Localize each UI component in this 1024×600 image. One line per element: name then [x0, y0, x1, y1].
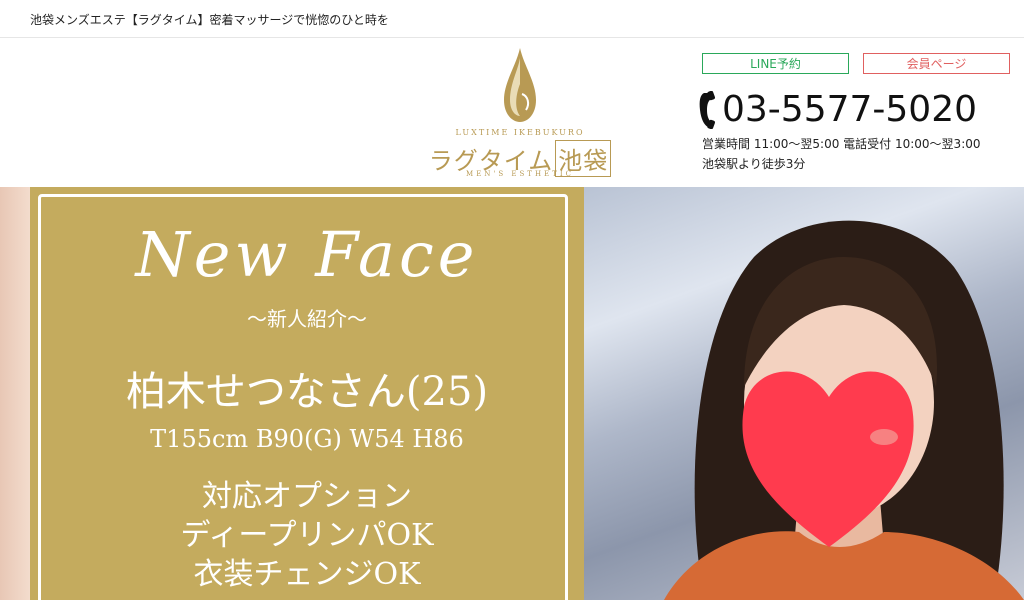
line-reserve-button[interactable]: LINE予約 [702, 53, 849, 74]
business-hours: 営業時間 11:00～翌5:00 電話受付 10:00～翌3:00 [702, 137, 981, 151]
member-page-button[interactable]: 会員ページ [863, 53, 1010, 74]
options-heading: 対応オプション [202, 479, 412, 514]
site-logo[interactable]: LUXTIME IKEBUKURO ラグタイム 池袋 MEN'S ESTHETIC [420, 44, 620, 184]
logo-bottom-text: MEN'S ESTHETIC [466, 170, 574, 178]
phone-icon [699, 91, 715, 129]
phone-number: 03-5577-5020 [722, 89, 978, 130]
top-bar: 池袋メンズエステ【ラグタイム】密着マッサージで恍惚のひと時を [0, 0, 1024, 38]
banner-title: New Face [135, 218, 479, 291]
site-tagline: 池袋メンズエステ【ラグタイム】密着マッサージで恍惚のひと時を [30, 13, 389, 27]
therapist-photo [584, 187, 1024, 600]
therapist-size: T155cm B90(G) W54 H86 [150, 425, 464, 453]
banner-subtitle: ～新人紹介～ [247, 307, 367, 331]
header: LUXTIME IKEBUKURO ラグタイム 池袋 MEN'S ESTHETIC… [0, 38, 1024, 186]
therapist-name: 柏木せつなさん(25) [125, 369, 489, 415]
access-info: 池袋駅より徒歩3分 [702, 157, 806, 171]
banner-text-panel: New Face ～新人紹介～ 柏木せつなさん(25) T155cm B90(G… [30, 187, 584, 600]
new-face-banner[interactable]: New Face ～新人紹介～ 柏木せつなさん(25) T155cm B90(G… [0, 187, 1024, 600]
portrait-illustration [664, 220, 1024, 600]
options-list: 対応オプション ディープリンパOK 衣装チェンジOK [30, 477, 584, 594]
logo-top-text: LUXTIME IKEBUKURO [455, 128, 585, 137]
option-item: ディープリンパOK [180, 518, 434, 553]
drop-logo-icon [504, 48, 536, 122]
option-item: 衣装チェンジOK [193, 557, 421, 592]
